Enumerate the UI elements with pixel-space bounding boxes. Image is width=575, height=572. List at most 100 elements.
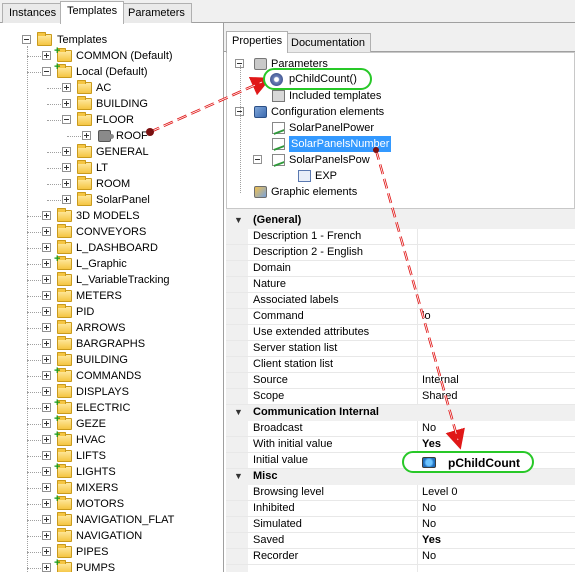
tree-node[interactable]: ROOF [0, 128, 223, 144]
expand-icon[interactable] [42, 51, 51, 60]
property-value[interactable]: Internal [422, 373, 459, 388]
tree-node[interactable]: + COMMON (Default) [0, 46, 223, 64]
grid-row[interactable]: Browsing level Level 0 [226, 485, 575, 501]
tree-node[interactable]: LIFTS [0, 448, 223, 464]
expand-icon[interactable] [82, 131, 91, 140]
expand-icon[interactable] [42, 499, 51, 508]
property-value[interactable]: Yes [422, 533, 441, 548]
property-grid[interactable]: ▼ (General) Description 1 - French Descript… [226, 213, 575, 572]
expand-icon[interactable] [62, 179, 71, 188]
expand-icon[interactable] [42, 211, 51, 220]
expand-icon[interactable] [42, 563, 51, 572]
tree-node[interactable]: + Local (Default) [0, 62, 223, 80]
grid-category[interactable]: ▼ Communication Internal [226, 405, 575, 421]
grid-row[interactable]: Saved Yes [226, 533, 575, 549]
tree-node[interactable]: + ELECTRIC [0, 398, 223, 416]
tree-node[interactable]: L_VariableTracking [0, 272, 223, 288]
expand-icon[interactable] [42, 435, 51, 444]
expand-icon[interactable] [42, 275, 51, 284]
tab-templates[interactable]: Templates [60, 1, 125, 24]
expand-icon[interactable] [42, 467, 51, 476]
property-value[interactable]: Shared [422, 389, 457, 404]
grid-row[interactable]: Command lo [226, 309, 575, 325]
tree-node[interactable]: PIPES [0, 544, 223, 560]
expand-icon[interactable] [62, 163, 71, 172]
expand-icon[interactable] [42, 243, 51, 252]
expand-icon[interactable] [62, 83, 71, 92]
expand-icon[interactable] [62, 99, 71, 108]
grid-row[interactable]: Associated labels [226, 293, 575, 309]
structure-node[interactable]: Included templates [227, 88, 574, 104]
collapse-icon[interactable] [22, 35, 31, 44]
collapse-icon[interactable] [62, 115, 71, 124]
expand-icon[interactable] [42, 515, 51, 524]
grid-row[interactable]: Inhibited No [226, 501, 575, 517]
tree-node[interactable]: + COMMANDS [0, 366, 223, 384]
collapse-icon[interactable] [253, 155, 262, 164]
tree-node[interactable]: FLOOR [0, 112, 223, 128]
tab-parameters[interactable]: Parameters [121, 3, 192, 23]
grid-row[interactable]: With initial value Yes [226, 437, 575, 453]
expand-icon[interactable] [42, 371, 51, 380]
tree-node[interactable]: + HVAC [0, 430, 223, 448]
tab-documentation[interactable]: Documentation [285, 33, 371, 52]
grid-row[interactable] [226, 565, 575, 572]
grid-row[interactable]: Simulated No [226, 517, 575, 533]
tree-node[interactable]: + MOTORS [0, 494, 223, 512]
property-value[interactable]: Yes [422, 437, 441, 452]
grid-category[interactable]: ▼ (General) [226, 213, 575, 229]
tree-node[interactable]: NAVIGATION_FLAT [0, 512, 223, 528]
grid-row[interactable]: Initial value [226, 453, 575, 469]
structure-node[interactable]: EXP [227, 168, 574, 184]
collapse-icon[interactable] [42, 67, 51, 76]
tree-node[interactable]: CONVEYORS [0, 224, 223, 240]
tab-instances[interactable]: Instances [2, 3, 64, 23]
tree-node[interactable]: BARGRAPHS [0, 336, 223, 352]
expand-icon[interactable] [42, 291, 51, 300]
expand-icon[interactable] [42, 355, 51, 364]
tree-node[interactable]: 3D MODELS [0, 208, 223, 224]
tree-node[interactable]: AC [0, 80, 223, 96]
tree-node[interactable]: MIXERS [0, 480, 223, 496]
collapse-caret-icon[interactable]: ▼ [234, 213, 243, 228]
expand-icon[interactable] [42, 339, 51, 348]
grid-row[interactable]: Client station list [226, 357, 575, 373]
expand-icon[interactable] [42, 531, 51, 540]
property-value[interactable]: Level 0 [422, 485, 457, 500]
expand-icon[interactable] [42, 387, 51, 396]
expand-icon[interactable] [42, 483, 51, 492]
grid-row[interactable]: Scope Shared [226, 389, 575, 405]
tree-node[interactable]: METERS [0, 288, 223, 304]
tree-node[interactable]: + LIGHTS [0, 462, 223, 480]
grid-category[interactable]: ▼ Misc [226, 469, 575, 485]
template-structure-tree[interactable]: Parameters Included templates Configuratio… [226, 52, 575, 209]
property-value[interactable]: lo [422, 309, 431, 324]
tree-node[interactable]: ARROWS [0, 320, 223, 336]
grid-row[interactable]: Nature [226, 277, 575, 293]
tree-node[interactable]: NAVIGATION [0, 528, 223, 544]
structure-node[interactable]: Configuration elements [227, 104, 574, 120]
structure-node[interactable]: Graphic elements [227, 184, 574, 200]
expand-icon[interactable] [42, 403, 51, 412]
grid-row[interactable]: Description 2 - English [226, 245, 575, 261]
structure-node[interactable]: SolarPanelsPow [227, 152, 574, 168]
expand-icon[interactable] [42, 547, 51, 556]
tree-node[interactable]: + PUMPS [0, 558, 223, 572]
expand-icon[interactable] [62, 195, 71, 204]
tree-node[interactable]: BUILDING [0, 96, 223, 112]
grid-row[interactable]: Recorder No [226, 549, 575, 565]
grid-row[interactable]: Server station list [226, 341, 575, 357]
grid-row[interactable]: Description 1 - French [226, 229, 575, 245]
tab-properties[interactable]: Properties [226, 31, 289, 53]
templates-tree-panel[interactable]: Templates + COMMON (Default) + Local (Defaul… [0, 23, 224, 572]
expand-icon[interactable] [42, 419, 51, 428]
collapse-caret-icon[interactable]: ▼ [234, 405, 243, 420]
tree-node[interactable]: ROOM [0, 176, 223, 192]
tree-node[interactable]: BUILDING [0, 352, 223, 368]
structure-node[interactable]: SolarPanelsNumber [227, 136, 574, 152]
tree-node[interactable]: SolarPanel [0, 192, 223, 208]
tree-node[interactable]: + L_Graphic [0, 254, 223, 272]
collapse-caret-icon[interactable]: ▼ [234, 469, 243, 484]
tree-node[interactable]: GENERAL [0, 144, 223, 160]
tree-node[interactable]: LT [0, 160, 223, 176]
